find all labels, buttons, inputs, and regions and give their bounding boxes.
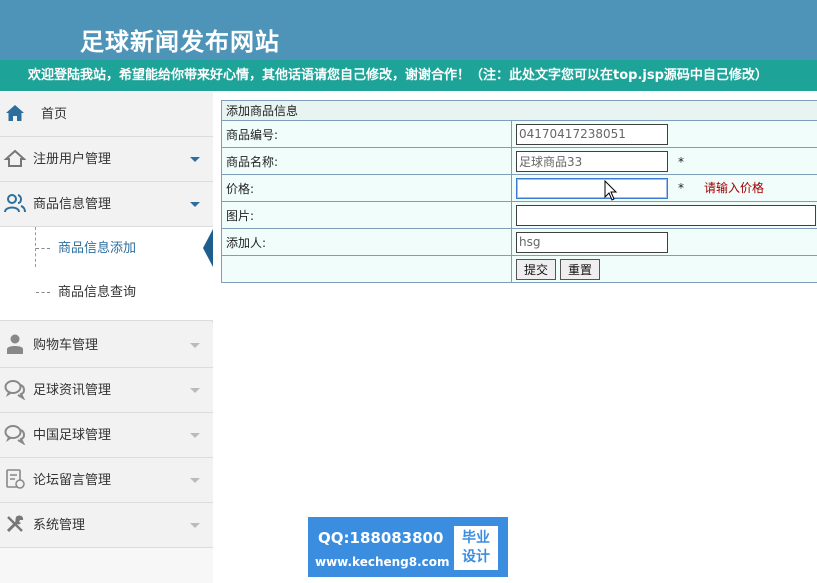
required-marker: * (678, 181, 684, 195)
table-row: 图片: (221, 201, 817, 229)
product-submenu: 商品信息添加 商品信息查询 (0, 227, 213, 321)
field-label: 价格: (221, 174, 512, 202)
watermark-banner: QQ:188083800 www.kecheng8.com 毕业 设计 (308, 517, 508, 577)
reset-button[interactable]: 重置 (560, 258, 601, 280)
table-row: 价格: * 请输入价格 (221, 174, 817, 202)
sidebar-item-china-football-management[interactable]: 中国足球管理 (0, 413, 213, 458)
sidebar-footer (0, 548, 213, 583)
tree-connector (36, 292, 50, 293)
tree-connector (36, 248, 50, 249)
sidebar-item-cart-management[interactable]: 购物车管理 (0, 323, 213, 368)
mouse-cursor-icon (604, 180, 618, 201)
submenu-item-add-product[interactable]: 商品信息添加 (0, 227, 213, 271)
watermark-url: www.kecheng8.com (315, 555, 450, 569)
validation-error: 请输入价格 (704, 181, 765, 195)
submenu-item-label: 商品信息查询 (58, 285, 137, 300)
badge-line: 毕业 (462, 530, 490, 546)
field-label: 图片: (221, 201, 512, 229)
sidebar-item-forum-management[interactable]: 论坛留言管理 (0, 458, 213, 503)
sidebar-item-label: 首页 (41, 107, 68, 122)
person-icon (7, 334, 23, 354)
chat-bubbles-icon (4, 380, 26, 400)
add-product-form: 添加商品信息 商品编号: 商品名称: * 价格: * 请输入价格 图片: 添加人:… (221, 100, 817, 283)
users-icon (4, 194, 26, 213)
sidebar-item-label: 注册用户管理 (33, 152, 112, 167)
home-icon (6, 105, 24, 121)
empty-cell (221, 255, 512, 283)
submenu-item-query-product[interactable]: 商品信息查询 (0, 271, 213, 315)
sidebar-item-label: 足球资讯管理 (33, 383, 112, 398)
tools-icon (6, 515, 24, 533)
table-row: 添加人: (221, 228, 817, 256)
chevron-down-icon (190, 478, 200, 483)
sidebar-item-news-management[interactable]: 足球资讯管理 (0, 368, 213, 413)
main-content: 添加商品信息 商品编号: 商品名称: * 价格: * 请输入价格 图片: 添加人:… (221, 100, 817, 283)
sidebar-item-product-management[interactable]: 商品信息管理 (0, 182, 213, 227)
sidebar-item-label: 购物车管理 (33, 338, 99, 353)
sidebar-item-label: 论坛留言管理 (33, 473, 112, 488)
product-name-input[interactable] (516, 150, 668, 172)
sidebar-item-user-management[interactable]: 注册用户管理 (0, 137, 213, 182)
home-outline-icon (4, 149, 26, 167)
submit-button[interactable]: 提交 (516, 258, 557, 280)
field-label: 添加人: (221, 228, 512, 256)
image-input[interactable] (516, 204, 816, 226)
chevron-down-icon (190, 202, 200, 207)
field-label: 商品编号: (221, 120, 512, 148)
adder-input[interactable] (516, 231, 668, 253)
table-row: 商品编号: (221, 120, 817, 148)
site-header: 足球新闻发布网站 (0, 0, 817, 60)
sidebar: 首页 注册用户管理 商品信息管理 商品信息添加 商品信息查询 购物车管理 足球资… (0, 92, 213, 583)
form-caption: 添加商品信息 (221, 100, 817, 121)
sidebar-item-label: 商品信息管理 (33, 197, 112, 212)
table-row: 商品名称: * (221, 147, 817, 175)
chat-bubbles-icon (4, 425, 26, 445)
sidebar-item-label: 系统管理 (33, 518, 86, 533)
watermark-qq: QQ:188083800 (318, 529, 444, 547)
product-code-input[interactable] (516, 123, 668, 145)
badge-line: 设计 (462, 549, 490, 565)
chevron-down-icon (190, 157, 200, 162)
watermark-badge: 毕业 设计 (454, 526, 498, 570)
sidebar-item-label: 中国足球管理 (33, 428, 112, 443)
chevron-down-icon (190, 433, 200, 438)
chevron-down-icon (190, 388, 200, 393)
document-icon (6, 469, 25, 489)
submenu-item-label: 商品信息添加 (58, 241, 137, 256)
chevron-down-icon (190, 343, 200, 348)
table-row: 提交 重置 (221, 255, 817, 283)
sidebar-item-system-management[interactable]: 系统管理 (0, 503, 213, 548)
field-label: 商品名称: (221, 147, 512, 175)
site-title: 足球新闻发布网站 (80, 28, 280, 56)
active-marker-icon (203, 229, 213, 267)
sidebar-item-home[interactable]: 首页 (0, 92, 213, 137)
welcome-marquee: 欢迎登陆我站，希望能给你带来好心情，其他话语请您自己修改，谢谢合作！（注：此处文… (0, 60, 817, 91)
chevron-down-icon (190, 523, 200, 528)
price-input[interactable] (516, 177, 668, 199)
required-marker: * (678, 154, 684, 169)
